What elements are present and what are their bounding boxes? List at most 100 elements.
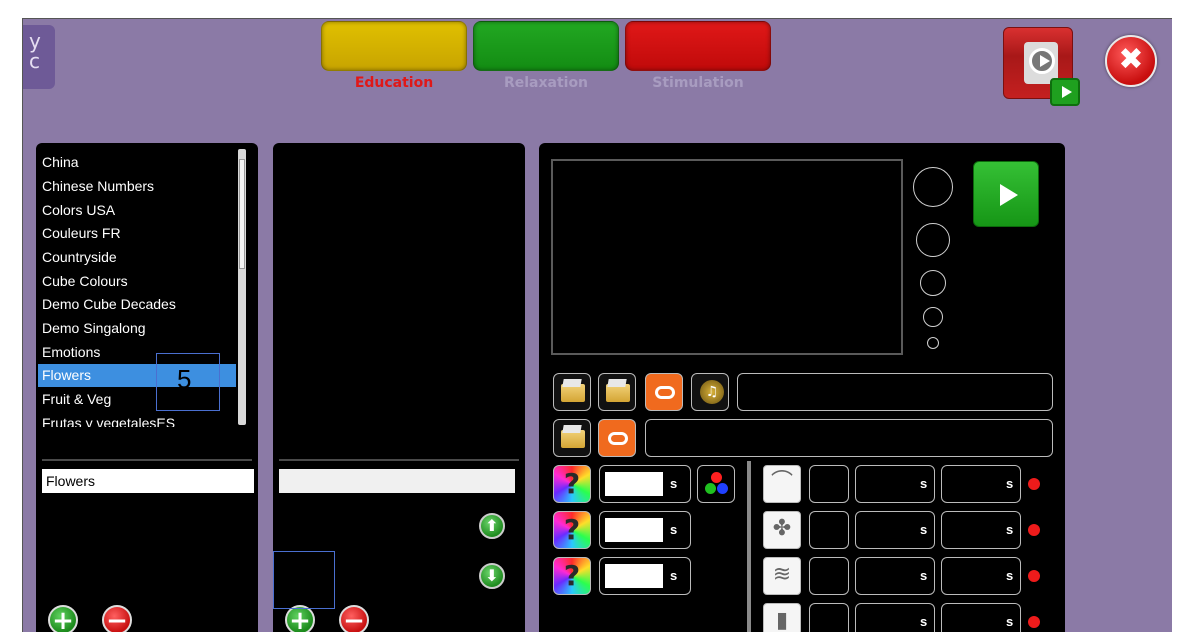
theatre-play-button[interactable] [1003,27,1080,106]
marker-5: 5 [156,353,220,411]
seconds-unit: s [670,476,678,491]
color-picker-3[interactable]: ? [553,557,591,595]
red-dot-icon [711,472,722,483]
marker-6: 6 [273,551,335,609]
fan-value[interactable] [809,511,849,549]
fan-button[interactable]: ✤ [763,511,801,549]
list-item[interactable]: Countryside [38,246,236,269]
fan-status-indicator [1028,524,1040,536]
seconds-unit: s [920,614,928,629]
size-s-option[interactable] [923,307,943,327]
scent-delay[interactable]: s [941,465,1021,503]
loop-toggle-button[interactable] [645,373,683,411]
education-mode-button[interactable] [321,21,467,71]
open-folder-button[interactable] [598,373,636,411]
scent-status-indicator [1028,478,1040,490]
stimulation-mode-button[interactable] [625,21,771,71]
wave-status-indicator [1028,570,1040,582]
wave-duration[interactable]: s [855,557,935,595]
theme-list-panel: China Chinese Numbers Colors USA Couleur… [36,143,258,632]
image-path-field[interactable] [737,373,1053,411]
color-duration-2[interactable]: s [599,511,691,549]
fan-duration[interactable]: s [855,511,935,549]
theme-name-field[interactable]: Flowers [42,469,254,493]
size-l-option[interactable] [916,223,950,257]
media-preview [551,159,903,355]
blue-dot-icon [717,483,728,494]
list-item[interactable]: Couleurs FR [38,222,236,245]
color-duration-1[interactable]: s [599,465,691,503]
size-xl-option[interactable] [913,167,953,207]
scent-value[interactable] [809,465,849,503]
folder-sound-icon [561,430,585,448]
list-item[interactable]: Demo Singalong [38,317,236,340]
loop-icon [655,386,675,399]
move-down-button[interactable]: ⬇ [479,563,505,589]
add-item-button[interactable]: + [285,605,315,632]
duration-input[interactable] [605,472,663,496]
item-name-field[interactable] [279,469,515,493]
education-mode-label[interactable]: Education [321,75,467,91]
rgb-mode-button[interactable] [697,465,735,503]
list-item[interactable]: Cube Colours [38,270,236,293]
seconds-unit: s [920,568,928,583]
wave-delay[interactable]: s [941,557,1021,595]
seconds-unit: s [1006,614,1014,629]
size-m-option[interactable] [920,270,946,296]
sound-path-field[interactable] [645,419,1053,457]
color-picker-1[interactable]: ? [553,465,591,503]
remove-item-button[interactable]: − [339,605,369,632]
switch-duration[interactable]: s [855,603,935,632]
folder-image-icon [561,384,585,402]
seconds-unit: s [1006,522,1014,537]
preview-play-button[interactable] [973,161,1039,227]
stimulation-mode-label[interactable]: Stimulation [625,75,771,91]
seconds-unit: s [670,568,678,583]
wave-value[interactable] [809,557,849,595]
duration-input[interactable] [605,564,663,588]
open-sound-button[interactable] [553,419,591,457]
wave-button[interactable]: ≋ [763,557,801,595]
color-picker-2[interactable]: ? [553,511,591,549]
vertical-divider [747,461,751,632]
switch-status-indicator [1028,616,1040,628]
list-item[interactable]: Colors USA [38,199,236,222]
play-badge-icon [1050,78,1080,106]
scrollbar-thumb[interactable] [239,159,245,269]
seconds-unit: s [670,522,678,537]
seconds-unit: s [920,522,928,537]
list-item[interactable]: Chinese Numbers [38,175,236,198]
add-theme-button[interactable]: + [48,605,78,632]
nose-icon: ⌒ [770,470,793,495]
scent-button[interactable]: ⌒ [763,465,801,503]
seconds-unit: s [1006,476,1014,491]
move-up-button[interactable]: ⬆ [479,513,505,539]
seconds-unit: s [920,476,928,491]
list-item[interactable]: Demo Cube Decades [38,293,236,316]
loop-icon [608,432,628,445]
size-xs-option[interactable] [927,337,939,349]
music-note-icon: ♫ [700,380,724,404]
scent-duration[interactable]: s [855,465,935,503]
music-button[interactable]: ♫ [691,373,729,411]
green-dot-icon [705,483,716,494]
remove-theme-button[interactable]: − [102,605,132,632]
theatre-play-icon [1029,48,1055,74]
divider [279,459,519,461]
list-item[interactable]: China [38,151,236,174]
open-image-button[interactable] [553,373,591,411]
relaxation-mode-label[interactable]: Relaxation [473,75,619,91]
app-window: y c Education Relaxation Stimulation ✖ C… [22,18,1172,632]
app-logo: y c [23,25,55,89]
close-button[interactable]: ✖ [1105,35,1157,87]
duration-input[interactable] [605,518,663,542]
color-duration-3[interactable]: s [599,557,691,595]
sound-loop-button[interactable] [598,419,636,457]
editor-panel: ♫ ? s ? s ? s ﻿⌒ s s ✤ s s ≋ s s [539,143,1065,632]
relaxation-mode-button[interactable] [473,21,619,71]
switch-button[interactable]: ▮ [763,603,801,632]
switch-value[interactable] [809,603,849,632]
fan-delay[interactable]: s [941,511,1021,549]
switch-delay[interactable]: s [941,603,1021,632]
list-item[interactable]: Frutas y vegetalesES [38,412,236,427]
